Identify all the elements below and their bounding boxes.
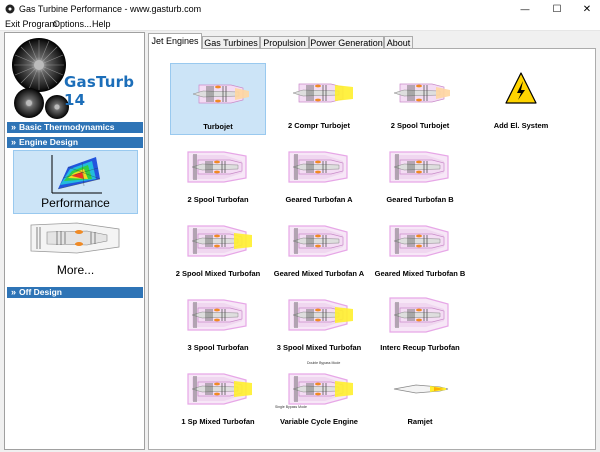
engine-option-interc-recup-turbofan[interactable]: Interc Recup Turbofan [372, 285, 468, 357]
ramjet-icon [393, 384, 449, 394]
navigation-panel: GasTurb 14 » Basic Thermodynamics » Engine… [4, 32, 145, 450]
section-label: Basic Thermodynamics [19, 122, 115, 132]
section-engine-design[interactable]: » Engine Design [7, 137, 143, 148]
engine-option-geared-mixed-turbofan-a[interactable]: Geared Mixed Turbofan A [271, 211, 367, 283]
engine-option-label: Geared Mixed Turbofan B [374, 269, 466, 278]
engine-cutaway-icon [30, 222, 120, 254]
section-basic-thermodynamics[interactable]: » Basic Thermodynamics [7, 122, 143, 133]
menu-options[interactable]: Options... [53, 19, 92, 29]
engine-option-label: 2 Spool Turbofan [187, 195, 249, 204]
expand-icon: » [11, 137, 16, 147]
engine-option-label: 2 Spool Mixed Turbofan [175, 269, 261, 278]
section-label: Off Design [19, 287, 62, 297]
engine-option-label: 2 Compr Turbojet [288, 121, 350, 130]
engine-option-variable-cycle-engine[interactable]: Variable Cycle Engine Double Bypass Mode S… [271, 359, 367, 431]
engine-option-1-sp-mixed-turbofan[interactable]: 1 Sp Mixed Turbofan [170, 359, 266, 431]
mixed-turbofan-1-spool-icon [187, 373, 252, 405]
engine-option-label: Turbojet [203, 122, 233, 131]
turbojet-icon [192, 84, 249, 104]
engine-option-add-el-system[interactable]: Add El. System [473, 63, 569, 135]
engine-option-2-compr-turbojet[interactable]: 2 Compr Turbojet [271, 63, 367, 135]
engine-option-label: Geared Turbofan A [285, 195, 353, 204]
menu-bar: Exit Program Options... Help [0, 18, 600, 31]
turbofan-icon [187, 151, 247, 183]
engine-option-label: 3 Spool Turbofan [187, 343, 249, 352]
geared-turbofan-icon [389, 151, 449, 183]
engine-option-label: 1 Sp Mixed Turbofan [181, 417, 255, 426]
mixed-turbofan-icon [187, 225, 252, 257]
engine-option-ramjet[interactable]: Ramjet [372, 359, 468, 431]
electrical-warning-icon [505, 72, 537, 104]
engine-option-label: Geared Turbofan B [386, 195, 454, 204]
maximize-button[interactable]: ☐ [542, 0, 572, 18]
tab-jet-engines[interactable]: Jet Engines [148, 33, 202, 49]
performance-tile[interactable]: Performance [13, 150, 138, 214]
geared-mixed-turbofan-icon [389, 225, 449, 257]
engine-option-geared-mixed-turbofan-b[interactable]: Geared Mixed Turbofan B [372, 211, 468, 283]
section-off-design[interactable]: » Off Design [7, 287, 143, 298]
performance-map-icon [51, 155, 102, 194]
engine-option-2-spool-turbofan[interactable]: 2 Spool Turbofan [170, 137, 266, 209]
expand-icon: » [11, 122, 16, 132]
more-label: More... [56, 263, 95, 277]
turbojet-2-spool-icon [393, 83, 450, 103]
mixed-turbofan-3-spool-icon [288, 299, 353, 331]
engine-option-2-spool-mixed-turbofan[interactable]: 2 Spool Mixed Turbofan [170, 211, 266, 283]
engine-option-label: 2 Spool Turbojet [390, 121, 450, 130]
engine-option-label: Variable Cycle Engine [280, 417, 358, 426]
turbofan-3-spool-icon [187, 299, 247, 331]
engine-option-turbojet[interactable]: Turbojet [170, 63, 266, 135]
performance-label: Performance [41, 196, 110, 210]
intercooled-turbofan-icon [389, 297, 449, 333]
title-bar: Gas Turbine Performance - www.gasturb.co… [0, 0, 600, 18]
engine-option-2-spool-turbojet[interactable]: 2 Spool Turbojet [372, 63, 468, 135]
window-title: Gas Turbine Performance - www.gasturb.co… [19, 4, 202, 14]
engine-option-3-spool-turbofan[interactable]: 3 Spool Turbofan [170, 285, 266, 357]
close-button[interactable]: ✕ [572, 0, 600, 18]
engine-option-label: Interc Recup Turbofan [380, 343, 460, 352]
expand-icon: » [11, 287, 16, 297]
engine-grid: Turbojet 2 Compr Turbojet 2 Spool Turbojet… [148, 48, 596, 450]
single-bypass-annotation: Single Bypass Mode [275, 405, 307, 409]
menu-help[interactable]: Help [92, 19, 111, 29]
turbojet-2-compressor-icon [292, 83, 353, 103]
geared-mixed-turbofan-icon [288, 225, 348, 257]
engine-option-3-spool-mixed-turbofan[interactable]: 3 Spool Mixed Turbofan [271, 285, 367, 357]
engine-option-label: 3 Spool Mixed Turbofan [276, 343, 362, 352]
engine-option-geared-turbofan-b[interactable]: Geared Turbofan B [372, 137, 468, 209]
section-label: Engine Design [19, 137, 79, 147]
engine-option-geared-turbofan-a[interactable]: Geared Turbofan A [271, 137, 367, 209]
gasturb-logo: GasTurb 14 [7, 35, 143, 121]
engine-option-label: Add El. System [493, 121, 549, 130]
double-bypass-annotation: Double Bypass Mode [307, 361, 341, 365]
menu-exit-program[interactable]: Exit Program [5, 19, 57, 29]
engine-option-label: Ramjet [407, 417, 433, 426]
logo-text: GasTurb 14 [64, 73, 135, 109]
geared-turbofan-icon [288, 151, 348, 183]
engine-option-label: Geared Mixed Turbofan A [273, 269, 365, 278]
tab-bar: Jet Engines Gas Turbines Propulsion Powe… [148, 33, 600, 49]
minimize-button[interactable]: — [510, 0, 540, 18]
variable-cycle-engine-icon [288, 373, 353, 405]
app-icon [5, 4, 15, 14]
